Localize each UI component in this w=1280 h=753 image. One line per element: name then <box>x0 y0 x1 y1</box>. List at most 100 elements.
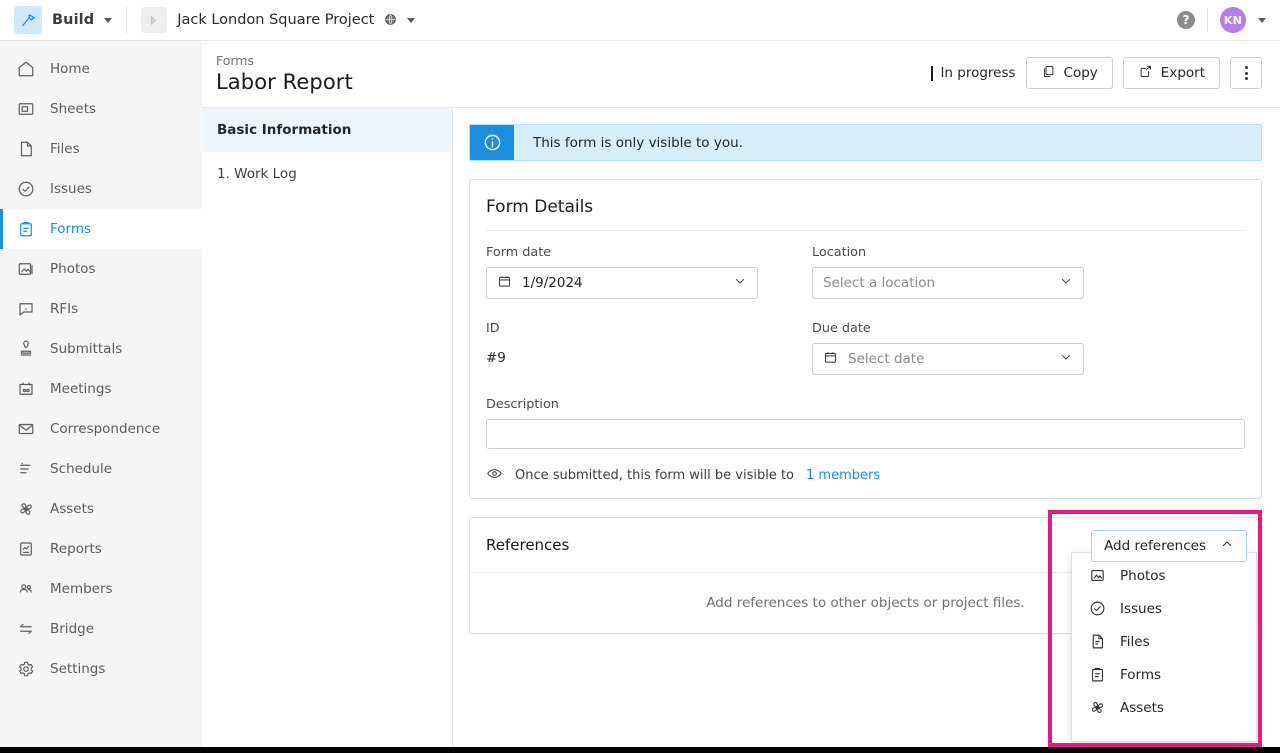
brand-label: Build <box>52 12 95 28</box>
sidebar-item-label: Meetings <box>50 381 112 397</box>
assets-fan-icon <box>16 499 36 519</box>
bridge-arrows-icon <box>16 619 36 639</box>
schedule-icon <box>16 459 36 479</box>
dropdown-item-label: Assets <box>1120 699 1164 716</box>
calendar-icon <box>497 274 512 293</box>
copy-icon <box>1041 64 1056 83</box>
sidebar-item-label: Files <box>50 141 80 157</box>
more-options-button[interactable] <box>1230 57 1262 89</box>
banner-text: This form is only visible to you. <box>533 134 743 151</box>
sidebar-item-label: Sheets <box>50 101 97 117</box>
project-thumbnail-icon <box>141 7 168 33</box>
due-date-field-group: Due date Select date <box>812 321 1084 375</box>
clipboard-icon <box>1087 665 1107 685</box>
topbar-divider <box>126 7 128 33</box>
photo-icon <box>16 259 36 279</box>
description-field-group: Description <box>486 397 1245 449</box>
sidebar-item-sheets[interactable]: Sheets <box>0 89 202 129</box>
visibility-members-link[interactable]: 1 members <box>806 468 880 483</box>
rfi-speech-icon <box>16 299 36 319</box>
description-input[interactable] <box>486 419 1245 449</box>
brand-build-menu[interactable]: Build <box>0 6 113 34</box>
sidebar-item-correspondence[interactable]: Correspondence <box>0 409 202 449</box>
kebab-menu-icon <box>1244 66 1248 80</box>
sidebar-item-label: Settings <box>50 661 106 677</box>
sidebar-item-bridge[interactable]: Bridge <box>0 609 202 649</box>
sidebar-item-settings[interactable]: Settings <box>0 649 202 689</box>
file-icon <box>16 139 36 159</box>
sidebar-item-schedule[interactable]: Schedule <box>0 449 202 489</box>
sidebar-item-label: Reports <box>50 541 102 557</box>
chevron-down-icon <box>104 17 113 23</box>
dropdown-item-files[interactable]: Files <box>1072 625 1256 658</box>
top-bar: Build Jack London Square Project ? KN <box>0 0 1280 41</box>
sidebar-item-label: Forms <box>50 221 92 237</box>
chevron-down-icon <box>733 274 747 292</box>
chevron-down-icon[interactable] <box>1258 17 1266 23</box>
sidebar-item-reports[interactable]: Reports <box>0 529 202 569</box>
add-references-button[interactable]: Add references <box>1091 530 1247 562</box>
form-date-select[interactable]: 1/9/2024 <box>486 267 758 299</box>
location-label: Location <box>812 245 867 260</box>
visibility-text: Once submitted, this form will be visibl… <box>515 468 795 483</box>
page-header: Forms Labor Report In progress Copy Expo… <box>202 41 1280 108</box>
help-circle-icon[interactable]: ? <box>1177 11 1195 29</box>
page-header-actions: In progress Copy Export <box>930 41 1280 89</box>
dropdown-item-label: Issues <box>1120 600 1162 617</box>
sidebar-item-label: Schedule <box>50 461 113 477</box>
avatar[interactable]: KN <box>1220 7 1246 33</box>
breadcrumb[interactable]: Forms <box>216 53 353 68</box>
chevron-up-icon <box>1220 537 1234 555</box>
references-title: References <box>486 536 570 554</box>
chevron-down-icon <box>407 17 416 23</box>
due-date-placeholder: Select date <box>848 351 925 367</box>
check-circle-icon <box>1087 599 1107 619</box>
sidebar-item-members[interactable]: Members <box>0 569 202 609</box>
meetings-calendar-icon <box>16 379 36 399</box>
subnav-item-basic-information[interactable]: Basic Information <box>202 108 452 152</box>
due-date-select[interactable]: Select date <box>812 343 1084 375</box>
sidebar-item-assets[interactable]: Assets <box>0 489 202 529</box>
dropdown-item-assets[interactable]: Assets <box>1072 691 1256 724</box>
chevron-down-icon <box>1059 350 1073 368</box>
page-header-left: Forms Labor Report <box>202 41 353 94</box>
application-window: Build Jack London Square Project ? KN Ho… <box>0 0 1280 753</box>
sidebar-item-label: Bridge <box>50 621 95 637</box>
sidebar-item-issues[interactable]: Issues <box>0 169 202 209</box>
sidebar-item-forms[interactable]: Forms <box>0 209 202 249</box>
sidebar-item-label: Submittals <box>50 341 123 357</box>
sidebar-item-files[interactable]: Files <box>0 129 202 169</box>
status-label: In progress <box>940 65 1016 81</box>
form-details-body: Form date 1/9/2024 Location Select a loc… <box>470 231 1261 498</box>
due-date-label: Due date <box>812 321 871 336</box>
assets-fan-icon <box>1087 698 1107 718</box>
report-chart-icon <box>16 539 36 559</box>
sidebar-item-meetings[interactable]: Meetings <box>0 369 202 409</box>
page-title: Labor Report <box>216 70 353 94</box>
dropdown-item-photos[interactable]: Photos <box>1072 559 1256 592</box>
id-label: ID <box>486 321 500 336</box>
subnav-item-work-log[interactable]: 1. Work Log <box>202 152 452 196</box>
dropdown-item-forms[interactable]: Forms <box>1072 658 1256 691</box>
location-select[interactable]: Select a location <box>812 267 1084 299</box>
info-circle-icon <box>470 125 514 160</box>
project-selector[interactable]: Jack London Square Project <box>141 7 416 33</box>
form-section-nav: Basic Information 1. Work Log <box>202 108 453 747</box>
status-badge: In progress <box>930 65 1016 81</box>
sidebar-item-photos[interactable]: Photos <box>0 249 202 289</box>
form-fields-row-1: Form date 1/9/2024 Location Select a loc… <box>486 245 1245 299</box>
form-details-title: Form Details <box>486 197 594 217</box>
copy-label: Copy <box>1063 65 1098 81</box>
export-button[interactable]: Export <box>1122 57 1220 89</box>
sidebar-item-rfis[interactable]: RFIs <box>0 289 202 329</box>
stamp-icon <box>16 339 36 359</box>
dropdown-item-issues[interactable]: Issues <box>1072 592 1256 625</box>
calendar-icon <box>823 350 838 369</box>
clipboard-icon <box>16 219 36 239</box>
sidebar-item-home[interactable]: Home <box>0 49 202 89</box>
form-date-field-group: Form date 1/9/2024 <box>486 245 758 299</box>
export-share-icon <box>1138 64 1153 83</box>
sidebar-item-submittals[interactable]: Submittals <box>0 329 202 369</box>
copy-button[interactable]: Copy <box>1025 57 1113 89</box>
dropdown-item-label: Photos <box>1120 567 1166 584</box>
